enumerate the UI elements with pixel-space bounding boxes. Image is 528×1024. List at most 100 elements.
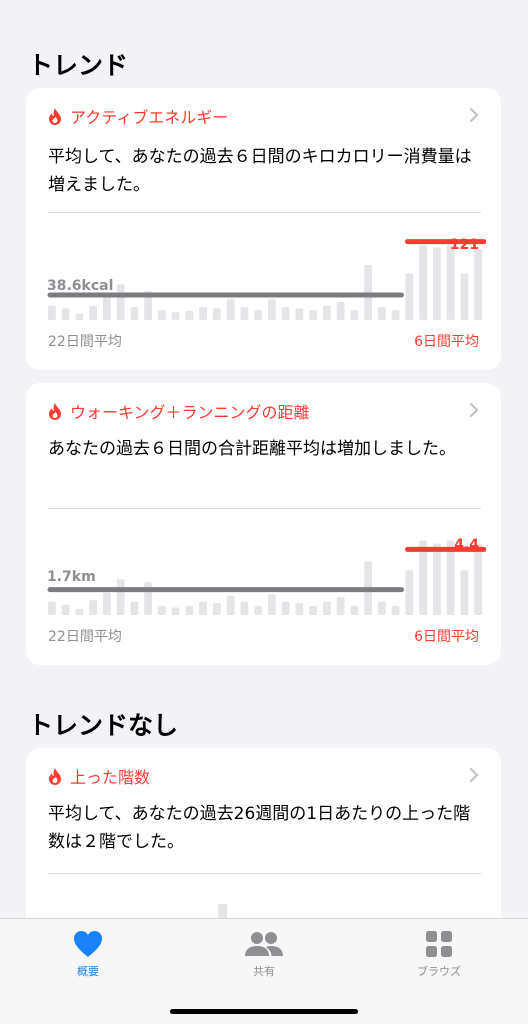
chart-bar: [474, 543, 482, 615]
tab-label: 概要: [77, 965, 99, 978]
chevron-right-icon[interactable]: [467, 106, 481, 124]
tab-summary[interactable]: 概要: [33, 929, 143, 979]
chart-bar: [295, 308, 304, 320]
chart-bar: [378, 601, 386, 615]
flame-icon: [49, 402, 61, 420]
trend-card-walking-distance[interactable]: ウォーキング＋ランニングの距離 あなたの過去６日間の合計距離平均は増加しました。…: [26, 383, 501, 665]
chart-bar: [171, 607, 180, 615]
chart-bar: [350, 606, 359, 615]
chart-bar: [213, 308, 221, 320]
chart-bar: [130, 307, 139, 320]
trend-card-active-energy[interactable]: アクティブエネルギー 平均して、あなたの過去６日間のキロカロリー消費量は増えまし…: [26, 88, 501, 370]
chart-bar: [226, 299, 235, 320]
chart-bar: [158, 310, 166, 320]
chart-bar: [460, 273, 469, 320]
baseline-period-label: 22日間平均: [48, 334, 122, 350]
chart-bar: [213, 603, 221, 615]
grid-icon: [426, 931, 452, 957]
home-indicator: [170, 1009, 358, 1014]
chart-bar: [48, 601, 56, 615]
chart-bar: [323, 601, 331, 615]
chart-bar: [391, 310, 400, 320]
chart-bar: [281, 307, 290, 320]
chart-bar: [103, 592, 111, 615]
chart-bar: [364, 264, 372, 320]
chart-bar: [61, 604, 70, 615]
chart-bar: [433, 543, 441, 615]
baseline-period-label: 22日間平均: [48, 629, 122, 645]
chart-bar: [103, 297, 111, 320]
recent-period-label: 6日間平均: [414, 629, 479, 645]
tab-label: ブラウズ: [417, 965, 461, 978]
card-description: あなたの過去６日間の合計距離平均は増加しました。: [48, 439, 456, 459]
chart-bar: [474, 248, 482, 320]
chart-bar: [89, 600, 97, 615]
card-header: アクティブエネルギー: [48, 104, 228, 128]
people-icon: [245, 932, 283, 956]
tab-sharing[interactable]: 共有: [209, 929, 319, 979]
card-header: ウォーキング＋ランニングの距離: [48, 399, 310, 423]
trend-chart: [47, 540, 486, 615]
divider: [48, 508, 481, 509]
chart-bar: [75, 313, 84, 320]
chart-bar: [460, 570, 469, 615]
baseline-average-label: 1.7km: [47, 569, 96, 585]
chart-bar: [336, 301, 345, 320]
chart-bar: [433, 247, 441, 320]
chart-bar: [309, 310, 317, 320]
chart-bar: [446, 245, 455, 320]
chart-bar: [144, 582, 152, 615]
chart-bar: [199, 307, 207, 320]
chart-bar: [323, 305, 331, 320]
tab-browse[interactable]: ブラウズ: [384, 929, 494, 979]
chart-bar: [199, 601, 207, 615]
heart-icon: [74, 931, 102, 957]
chart-bar: [268, 594, 276, 615]
flame-icon: [49, 767, 61, 785]
card-description: 平均して、あなたの過去26週間の1日あたりの上った階数は２階でした。: [48, 804, 471, 852]
chart-bar: [116, 579, 125, 615]
divider: [48, 212, 481, 213]
chart-bar: [309, 606, 317, 615]
card-description: 平均して、あなたの過去６日間のキロカロリー消費量は増えました。: [48, 147, 472, 195]
chart-bar: [254, 606, 262, 615]
chart-bar: [75, 609, 84, 615]
chart-bar: [48, 305, 56, 320]
card-header: 上った階数: [48, 764, 150, 788]
chevron-right-icon[interactable]: [467, 401, 481, 419]
chart-bar: [240, 307, 249, 320]
chart-bar: [281, 601, 290, 615]
card-category-label: ウォーキング＋ランニングの距離: [70, 403, 310, 422]
chart-bar: [268, 299, 276, 320]
card-category-label: 上った階数: [70, 768, 151, 787]
chart-bar: [336, 597, 345, 615]
chart-bar: [130, 601, 139, 615]
chart-bar: [254, 310, 262, 320]
tab-bar: 概要 共有 ブラウズ: [0, 918, 528, 1024]
tab-label: 共有: [253, 965, 275, 978]
chart-bar: [185, 310, 194, 320]
chart-bar: [226, 595, 235, 615]
chevron-right-icon[interactable]: [467, 766, 481, 784]
section-title-trends: トレンド: [28, 51, 129, 80]
chart-bar: [419, 245, 427, 320]
chart-bar: [61, 308, 70, 320]
chart-bar: [405, 570, 414, 615]
flame-icon: [49, 107, 61, 125]
card-category-label: アクティブエネルギー: [70, 108, 229, 127]
baseline-average-label: 38.6kcal: [47, 278, 114, 294]
recent-average-label: 4.4: [454, 537, 479, 553]
chart-bar: [240, 601, 249, 615]
chart-bar: [378, 307, 386, 320]
chart-bar: [116, 284, 125, 320]
chart-bar: [391, 606, 400, 615]
chart-bar: [171, 312, 180, 320]
section-title-no-trends: トレンドなし: [28, 711, 179, 740]
chart-bar: [405, 273, 414, 320]
chart-bar: [350, 310, 359, 320]
chart-bar: [89, 305, 97, 320]
chart-bar: [185, 606, 194, 615]
recent-average-label: 121: [449, 237, 479, 253]
chart-bar: [295, 603, 304, 615]
divider: [48, 873, 481, 874]
